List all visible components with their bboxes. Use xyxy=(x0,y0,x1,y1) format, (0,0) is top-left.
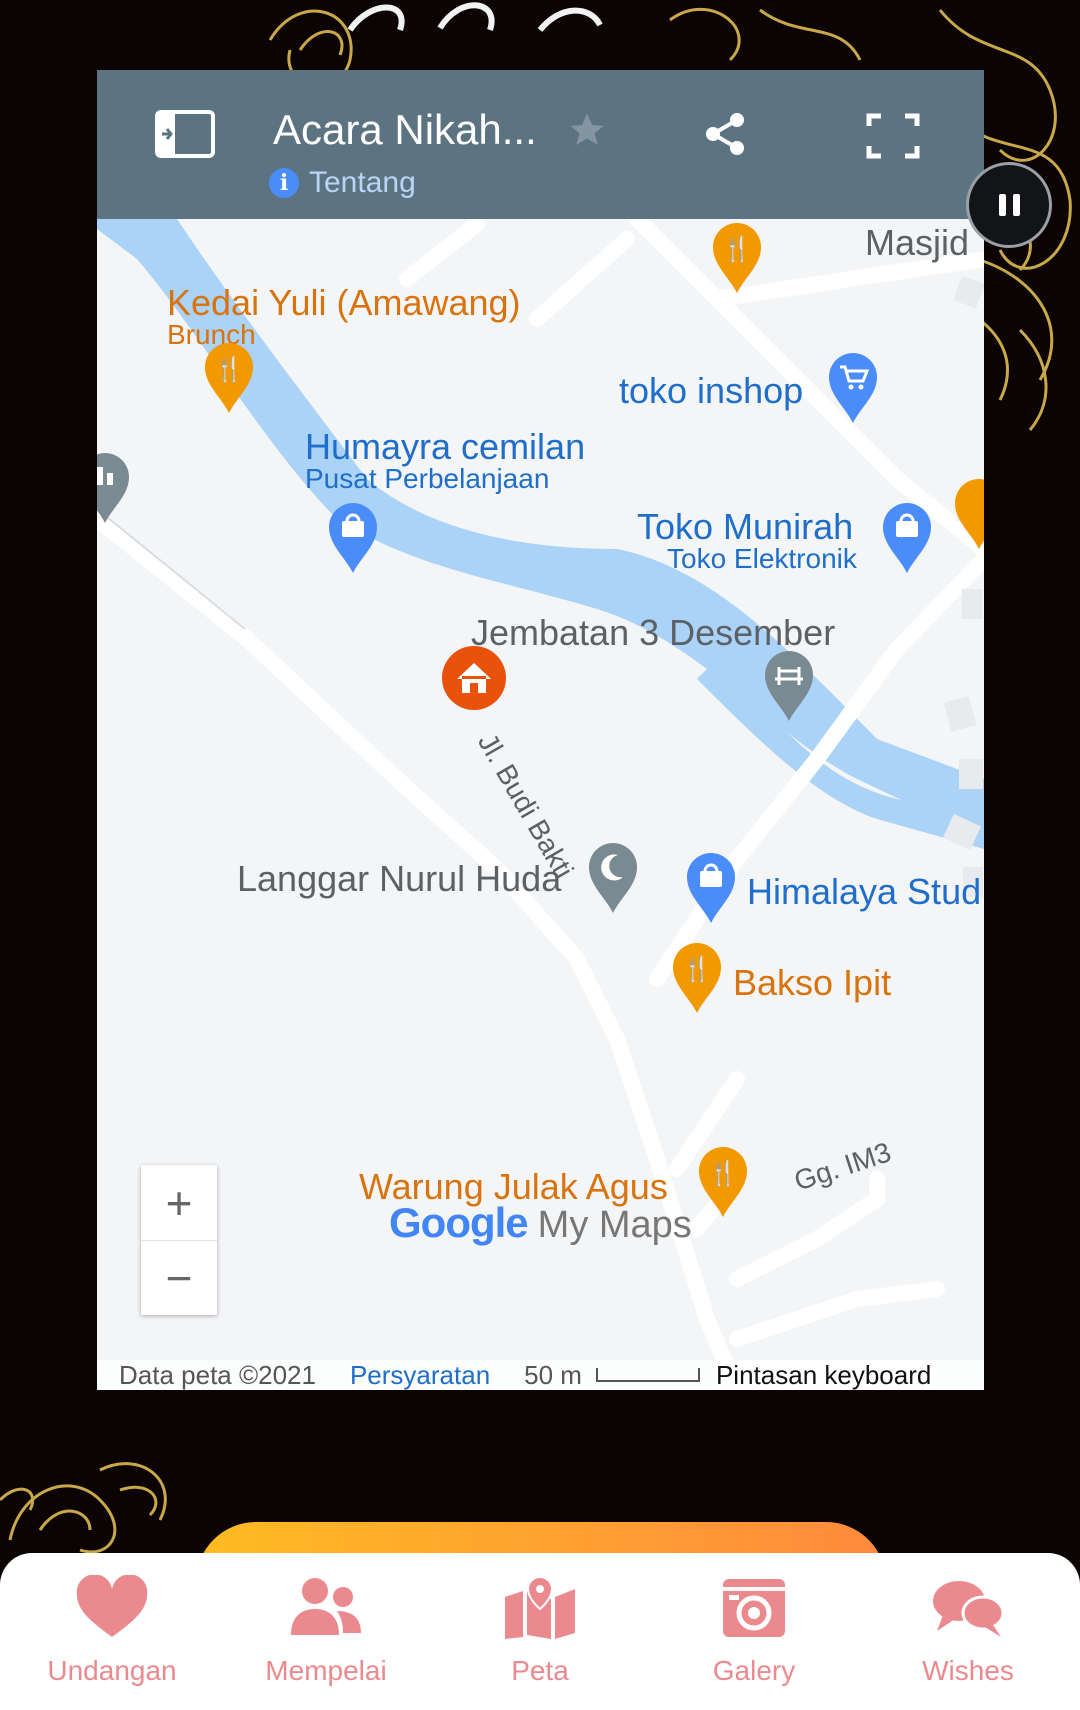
sidebar-toggle-icon[interactable] xyxy=(155,110,215,158)
star-icon[interactable] xyxy=(567,110,607,150)
restaurant-pin-icon[interactable]: 🍴 xyxy=(201,339,257,413)
info-icon: i xyxy=(269,168,299,198)
label-toko-munirah-category: Toko Elektronik xyxy=(667,543,857,574)
nav-item-undangan[interactable]: Undangan xyxy=(12,1553,212,1710)
label-toko-munirah: Toko Munirah xyxy=(637,506,854,547)
mosque-pin-icon[interactable] xyxy=(585,839,641,913)
share-icon[interactable] xyxy=(701,110,749,158)
label-humayra-category: Pusat Perbelanjaan xyxy=(305,463,550,494)
label-humayra: Humayra cemilan xyxy=(305,426,586,467)
nav-label: Mempelai xyxy=(265,1655,387,1686)
gold-floral-bottom xyxy=(0,1440,220,1560)
pause-icon xyxy=(998,194,1006,216)
terms-link[interactable]: Persyaratan xyxy=(350,1360,490,1391)
scale-label: 50 m xyxy=(524,1359,582,1390)
label-toko-inshop: toko inshop xyxy=(619,370,804,411)
heart-icon xyxy=(76,1575,148,1637)
bridge-pin-icon[interactable] xyxy=(761,647,817,721)
shopping-bag-pin-icon[interactable] xyxy=(325,499,381,573)
fullscreen-icon[interactable] xyxy=(865,112,921,160)
label-himalaya: Himalaya Stud xyxy=(747,871,982,912)
nav-label: Wishes xyxy=(922,1655,1014,1686)
food-pin-icon[interactable] xyxy=(951,475,984,549)
map-icon xyxy=(505,1575,575,1639)
label-masjid: Masjid xyxy=(865,222,970,263)
chat-icon xyxy=(933,1581,1005,1637)
about-link[interactable]: i Tentang xyxy=(269,166,416,200)
zoom-control: + − xyxy=(141,1165,217,1315)
shopping-cart-pin-icon[interactable] xyxy=(825,349,881,423)
zoom-in-button[interactable]: + xyxy=(141,1165,217,1240)
svg-text:🍴: 🍴 xyxy=(722,235,752,263)
label-jembatan: Jembatan 3 Desember xyxy=(471,612,836,653)
nav-item-wishes[interactable]: Wishes xyxy=(868,1553,1068,1710)
svg-text:🍴: 🍴 xyxy=(682,955,712,983)
map-embed: Masjid Kedai Yuli (Amawang) Brunch toko … xyxy=(97,70,984,1390)
nav-label: Undangan xyxy=(47,1655,177,1686)
nav-label: Galery xyxy=(712,1655,796,1686)
map-header: Acara Nikah... i Tentang xyxy=(97,70,984,219)
scale-bar xyxy=(595,1368,700,1382)
zoom-out-button[interactable]: − xyxy=(141,1240,217,1315)
map-title: Acara Nikah... xyxy=(273,106,537,153)
label-langgar: Langgar Nurul Huda xyxy=(237,858,562,899)
google-my-maps-logo: Google My Maps xyxy=(389,1199,692,1246)
nav-item-peta[interactable]: Peta xyxy=(440,1553,640,1710)
restaurant-pin-icon[interactable]: 🍴 xyxy=(695,1143,751,1217)
nav-item-galery[interactable]: Galery xyxy=(654,1553,854,1710)
keyboard-shortcuts-link[interactable]: Pintasan keyboard xyxy=(713,1359,934,1390)
restaurant-pin-icon[interactable]: 🍴 xyxy=(709,219,765,293)
nav-label: Peta xyxy=(511,1655,569,1686)
label-bakso-ipit: Bakso Ipit xyxy=(733,962,892,1003)
shopping-bag-pin-icon[interactable] xyxy=(879,499,935,573)
map-data-attribution: Data peta ©2021 xyxy=(119,1359,316,1390)
map-canvas[interactable]: Masjid Kedai Yuli (Amawang) Brunch toko … xyxy=(97,219,984,1390)
map-footer: Data peta ©2021 Persyaratan 50 m Pintasa… xyxy=(97,1359,984,1391)
nav-item-mempelai[interactable]: Mempelai xyxy=(226,1553,426,1710)
pause-music-button[interactable] xyxy=(966,162,1052,248)
svg-text:🍴: 🍴 xyxy=(214,355,244,383)
home-event-location-icon[interactable] xyxy=(439,643,509,713)
svg-text:🍴: 🍴 xyxy=(708,1159,738,1187)
bottom-nav: Undangan Mempelai Peta Galery Wishes xyxy=(0,1553,1080,1710)
about-label: Tentang xyxy=(309,166,416,199)
users-icon xyxy=(291,1578,361,1635)
camera-icon xyxy=(723,1579,785,1637)
building-pin-icon[interactable] xyxy=(97,449,133,523)
label-kedai-yuli: Kedai Yuli (Amawang) xyxy=(167,282,521,323)
shopping-bag-pin-icon[interactable] xyxy=(683,849,739,923)
restaurant-pin-icon[interactable]: 🍴 xyxy=(669,939,725,1013)
